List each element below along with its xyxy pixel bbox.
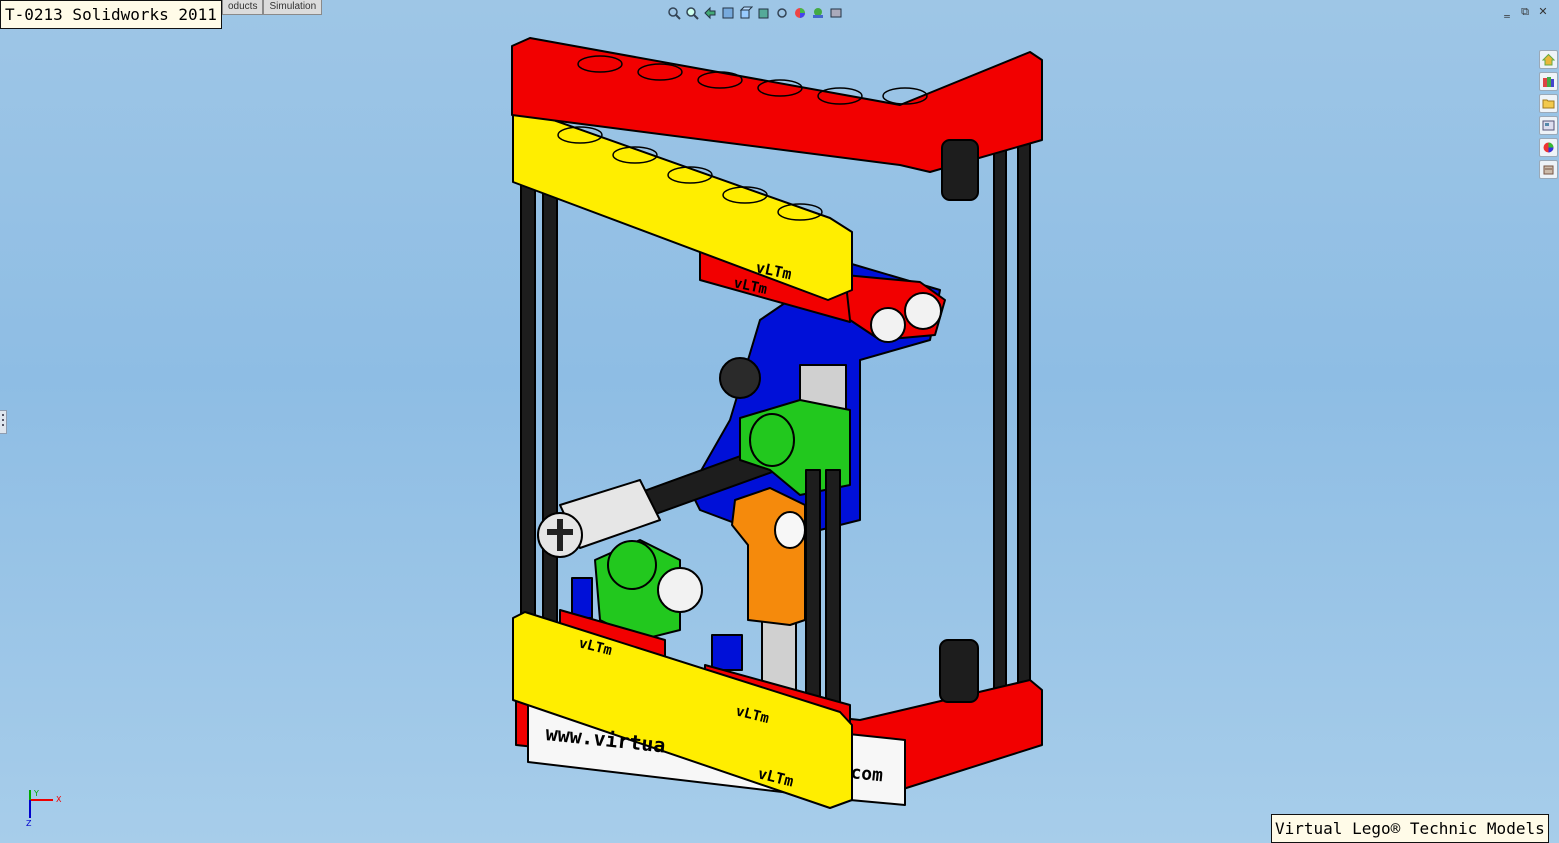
task-pane-tabs: [1539, 50, 1559, 179]
zoom-to-area-icon[interactable]: [684, 6, 699, 21]
black-axle-left-1: [520, 169, 536, 636]
apply-scene-icon[interactable]: [810, 6, 825, 21]
custom-properties-icon[interactable]: [1539, 160, 1558, 179]
black-axle-back-right-1: [993, 137, 1007, 701]
previous-view-icon[interactable]: [702, 6, 717, 21]
reference-triad: X Y Z: [26, 789, 62, 828]
orange-connector-hole: [774, 511, 806, 549]
display-style-icon[interactable]: [756, 6, 771, 21]
black-ball-joint: [719, 357, 761, 399]
lego-assembly-model[interactable]: vLTm vLTm vLTm vLTm vLTm www.virtua com: [0, 0, 1559, 843]
tab-products[interactable]: oducts: [222, 0, 264, 15]
white-ball-joint: [657, 567, 703, 613]
green-connector-mid-hole: [749, 413, 795, 467]
restore-button[interactable]: ⧉: [1518, 6, 1532, 18]
window-controls: ‗ ⧉ ✕: [1500, 6, 1550, 18]
tab-simulation[interactable]: Simulation: [263, 0, 323, 15]
edit-appearance-icon[interactable]: [792, 6, 807, 21]
black-axle-front-1: [805, 469, 821, 721]
triad-x-label: X: [56, 795, 62, 804]
black-axle-front-2: [825, 469, 841, 721]
section-view-icon[interactable]: [720, 6, 735, 21]
triad-y-label: Y: [33, 789, 39, 798]
zoom-to-fit-icon[interactable]: [666, 6, 681, 21]
blue-brick-right: [711, 634, 743, 671]
heads-up-view-toolbar: [666, 4, 843, 22]
view-orientation-icon[interactable]: [738, 6, 753, 21]
triad-z-label: Z: [26, 819, 32, 828]
graphics-area[interactable]: vLTm vLTm vLTm vLTm vLTm www.virtua com …: [0, 0, 1559, 843]
feature-manager-collapse-handle[interactable]: [0, 410, 7, 434]
watermark-label: Virtual Lego® Technic Models: [1271, 814, 1549, 843]
orange-connector: [731, 487, 806, 626]
minimize-button[interactable]: ‗: [1500, 6, 1514, 18]
home-icon[interactable]: [1539, 50, 1558, 69]
file-explorer-icon[interactable]: [1539, 94, 1558, 113]
black-axle-back-right-2: [1017, 129, 1031, 701]
black-pin-upper-right: [941, 139, 979, 201]
window-title: T-0213 Solidworks 2011: [0, 0, 222, 29]
view-palette-icon[interactable]: [1539, 116, 1558, 135]
plate-text-right: com: [849, 762, 884, 786]
blue-brick-left: [571, 577, 593, 619]
black-pin-lower-right: [939, 639, 979, 703]
close-button[interactable]: ✕: [1536, 6, 1550, 18]
design-library-icon[interactable]: [1539, 72, 1558, 91]
view-settings-icon[interactable]: [828, 6, 843, 21]
command-manager-tabs: oducts Simulation: [222, 0, 323, 15]
hide-show-items-icon[interactable]: [774, 6, 789, 21]
appearances-icon[interactable]: [1539, 138, 1558, 157]
black-axle-left-2: [542, 174, 558, 636]
